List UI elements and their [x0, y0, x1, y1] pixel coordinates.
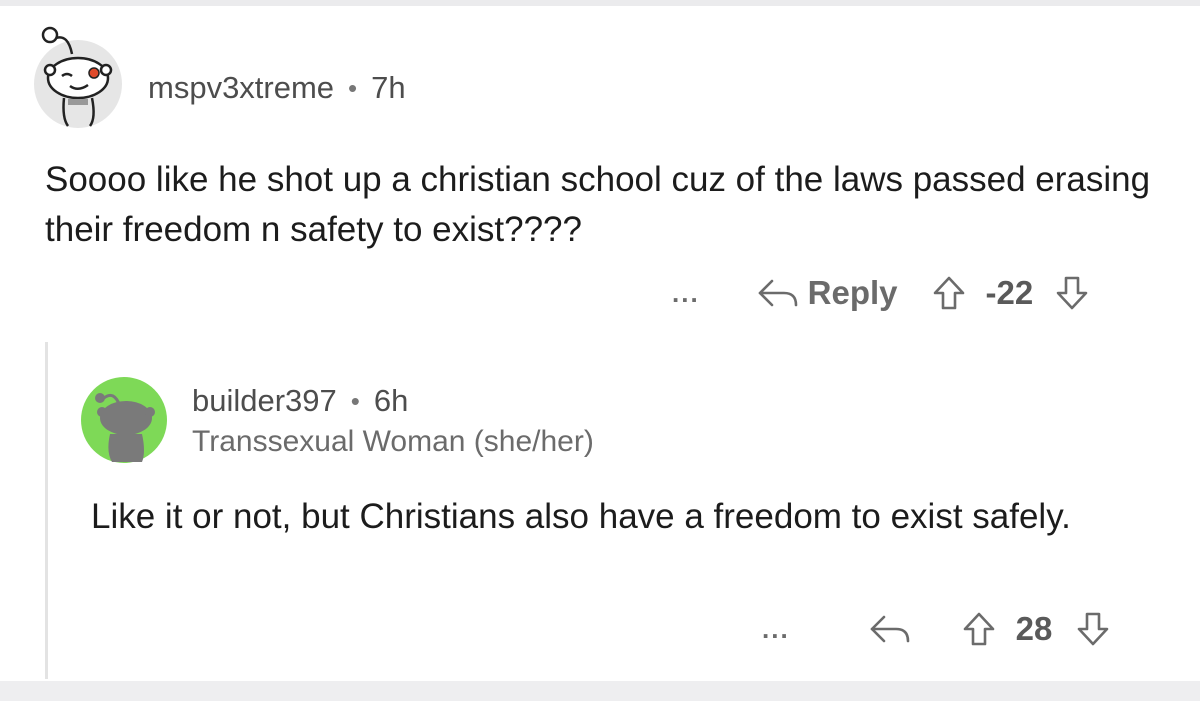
comment-body: Soooo like he shot up a christian school…	[45, 160, 1151, 249]
comment-meta: builder397 • 6h	[192, 383, 408, 419]
vote-controls: 28	[962, 610, 1111, 648]
reply-arrow-icon	[870, 615, 909, 643]
comment-body: Like it or not, but Christians also have…	[91, 497, 1071, 536]
username[interactable]: mspv3xtreme	[148, 70, 334, 106]
downvote-arrow-icon	[1078, 612, 1109, 646]
upvote-button[interactable]	[962, 611, 996, 647]
bottom-divider	[0, 681, 1200, 701]
vote-score: 28	[1015, 610, 1053, 647]
comment-actions: ... 28	[762, 606, 1150, 652]
vote-score: -22	[985, 274, 1034, 311]
upvote-arrow-icon	[963, 612, 994, 646]
top-divider	[0, 0, 1200, 6]
snoo-avatar-icon	[34, 26, 122, 128]
reply-button[interactable]: Reply	[756, 274, 898, 312]
snoo-avatar-icon	[81, 377, 167, 463]
timestamp: 6h	[373, 383, 409, 418]
downvote-button[interactable]	[1076, 611, 1110, 647]
user-avatar[interactable]	[32, 22, 124, 132]
more-options-button[interactable]: ...	[762, 614, 790, 645]
reply-label: Reply	[807, 274, 898, 311]
meta-separator: •	[348, 72, 358, 103]
reply-button[interactable]	[868, 613, 912, 645]
meta-separator: •	[350, 385, 360, 416]
timestamp: 7h	[371, 70, 406, 105]
vote-controls: -22	[932, 274, 1090, 312]
username[interactable]: builder397	[192, 383, 337, 419]
downvote-button[interactable]	[1055, 275, 1089, 311]
thread-line[interactable]	[45, 342, 48, 679]
more-options-button[interactable]: ...	[672, 278, 700, 309]
upvote-arrow-icon	[933, 276, 964, 310]
upvote-button[interactable]	[932, 275, 966, 311]
comment-meta: mspv3xtreme • 7h	[148, 70, 406, 106]
downvote-arrow-icon	[1056, 276, 1088, 310]
reply-arrow-icon	[758, 279, 797, 307]
comment-actions: ... Reply -22	[672, 270, 1150, 316]
user-avatar[interactable]	[80, 376, 168, 464]
user-flair: Transsexual Woman (she/her)	[192, 425, 594, 458]
